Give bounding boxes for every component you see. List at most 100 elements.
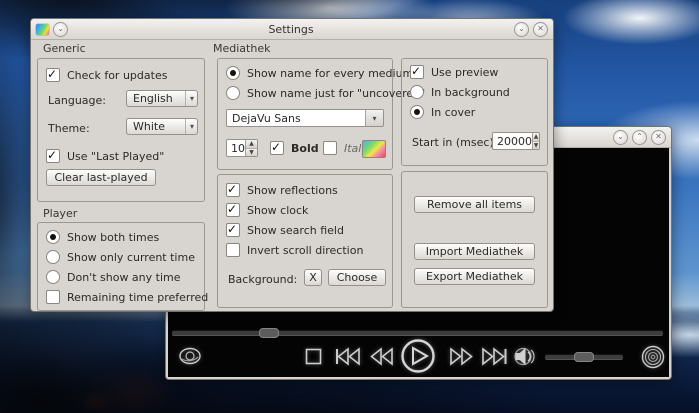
import-mediathek-button[interactable]: Import Mediathek — [414, 243, 535, 260]
radio[interactable] — [410, 85, 424, 99]
option-label: Show only current time — [67, 251, 195, 264]
language-label: Language: — [48, 94, 106, 107]
group-label-mediathek: Mediathek — [213, 42, 270, 55]
font-size-spinner[interactable]: 10 ▲▼ — [226, 139, 258, 157]
mediathek-actions-frame: Remove all items Import Mediathek Export… — [401, 171, 548, 308]
checkbox[interactable] — [226, 183, 240, 197]
shade-button[interactable]: ⌄ — [514, 22, 529, 37]
generic-frame: Check for updates Language: English ▾ Th… — [37, 58, 205, 202]
spin-up-icon[interactable]: ▲ — [533, 133, 539, 142]
mediathek-name-frame: Show name for every medium Show name jus… — [217, 58, 393, 170]
chevron-down-icon: ⌄ — [617, 133, 624, 141]
option-label: Remaining time preferred — [67, 291, 208, 304]
rewind-button[interactable] — [369, 347, 394, 366]
checkbox[interactable] — [323, 141, 337, 155]
seek-slider-handle[interactable] — [259, 328, 279, 338]
globe-icon[interactable] — [178, 346, 202, 366]
checkbox[interactable] — [410, 65, 424, 79]
checkbox-show-clock[interactable]: Show clock — [226, 203, 308, 217]
spiral-icon[interactable] — [641, 345, 665, 369]
start-in-label: Start in (msec): — [412, 136, 497, 149]
export-mediathek-button[interactable]: Export Mediathek — [414, 268, 535, 285]
checkbox[interactable] — [46, 290, 60, 304]
radio-dont-show-any-time[interactable]: Don't show any time — [46, 270, 181, 284]
option-label: In cover — [431, 106, 475, 119]
chevron-up-icon: ⌃ — [636, 133, 643, 141]
option-label: Use preview — [431, 66, 498, 79]
font-family-select[interactable]: DejaVu Sans ▾ — [226, 109, 384, 127]
selected-value: DejaVu Sans — [227, 110, 365, 126]
skip-back-button[interactable] — [334, 347, 361, 366]
close-button[interactable]: ✕ — [533, 22, 548, 37]
background-clear-button[interactable]: X — [304, 269, 322, 286]
volume-slider-handle[interactable] — [574, 352, 594, 362]
theme-select[interactable]: White ▾ — [126, 118, 198, 135]
checkbox-show-search-field[interactable]: Show search field — [226, 223, 344, 237]
radio-show-both-times[interactable]: Show both times — [46, 230, 159, 244]
remove-all-items-button[interactable]: Remove all items — [414, 196, 535, 213]
radio-show-name-every-medium[interactable]: Show name for every medium — [226, 66, 413, 80]
checkbox[interactable] — [270, 141, 284, 155]
option-label: Show both times — [67, 231, 159, 244]
checkbox-use-last-played[interactable]: Use "Last Played" — [46, 149, 164, 163]
theme-label: Theme: — [48, 122, 90, 135]
checkbox-remaining-time-preferred[interactable]: Remaining time preferred — [46, 290, 208, 304]
spinner-value: 20000 — [493, 133, 532, 149]
close-button[interactable]: ✕ — [651, 130, 666, 145]
player-frame: Show both times Show only current time D… — [37, 222, 205, 311]
checkbox[interactable] — [226, 203, 240, 217]
radio[interactable] — [410, 105, 424, 119]
spin-down-icon[interactable]: ▼ — [246, 149, 257, 157]
skip-next-button[interactable] — [481, 347, 508, 366]
play-button[interactable] — [400, 338, 436, 374]
radio-in-background[interactable]: In background — [410, 85, 510, 99]
checkbox-use-preview[interactable]: Use preview — [410, 65, 498, 79]
font-color-button[interactable] — [362, 140, 386, 158]
checkbox[interactable] — [226, 243, 240, 257]
chevron-down-icon: ⌄ — [57, 25, 64, 33]
preview-frame: Use preview In background In cover Start… — [401, 58, 548, 166]
volume-icon[interactable] — [513, 346, 537, 367]
checkbox-invert-scroll-direction[interactable]: Invert scroll direction — [226, 243, 363, 257]
language-select[interactable]: English ▾ — [126, 90, 198, 107]
radio[interactable] — [46, 270, 60, 284]
fast-forward-button[interactable] — [449, 347, 474, 366]
checkbox-check-for-updates[interactable]: Check for updates — [46, 68, 167, 82]
checkbox[interactable] — [226, 223, 240, 237]
group-label-generic: Generic — [43, 42, 86, 55]
checkbox-show-reflections[interactable]: Show reflections — [226, 183, 338, 197]
app-icon — [36, 24, 49, 35]
window-title: Settings — [72, 23, 510, 36]
background-choose-button[interactable]: Choose — [328, 269, 386, 286]
option-label: Show reflections — [247, 184, 338, 197]
chevron-down-icon: ⌄ — [518, 25, 525, 33]
checkbox[interactable] — [46, 149, 60, 163]
radio[interactable] — [46, 230, 60, 244]
clear-last-played-button[interactable]: Clear last-played — [46, 169, 156, 186]
option-label: Show name just for "uncovered" — [247, 87, 425, 100]
window-menu-button[interactable]: ⌄ — [53, 22, 68, 37]
radio[interactable] — [226, 86, 240, 100]
radio[interactable] — [46, 250, 60, 264]
checkbox-bold[interactable]: Bold — [270, 141, 319, 155]
shade-button[interactable]: ⌄ — [613, 130, 628, 145]
settings-titlebar[interactable]: ⌄ Settings ⌄ ✕ — [31, 19, 553, 40]
spin-up-icon[interactable]: ▲ — [246, 140, 257, 149]
radio-show-only-current-time[interactable]: Show only current time — [46, 250, 195, 264]
start-in-spinner[interactable]: 20000 ▲▼ — [492, 132, 540, 150]
option-label: Bold — [291, 142, 319, 155]
radio-in-cover[interactable]: In cover — [410, 105, 475, 119]
settings-window: ⌄ Settings ⌄ ✕ Generic Player Mediathek … — [30, 18, 554, 312]
option-label: Check for updates — [67, 69, 167, 82]
option-label: Invert scroll direction — [247, 244, 363, 257]
radio-show-name-uncovered[interactable]: Show name just for "uncovered" — [226, 86, 425, 100]
seek-slider[interactable] — [172, 330, 663, 336]
spin-down-icon[interactable]: ▼ — [533, 142, 539, 150]
stop-button[interactable] — [305, 348, 322, 365]
option-label: Don't show any time — [67, 271, 181, 284]
chevron-down-icon[interactable]: ▾ — [365, 110, 383, 126]
checkbox[interactable] — [46, 68, 60, 82]
selected-value: White — [133, 120, 185, 133]
maximize-button[interactable]: ⌃ — [632, 130, 647, 145]
radio[interactable] — [226, 66, 240, 80]
